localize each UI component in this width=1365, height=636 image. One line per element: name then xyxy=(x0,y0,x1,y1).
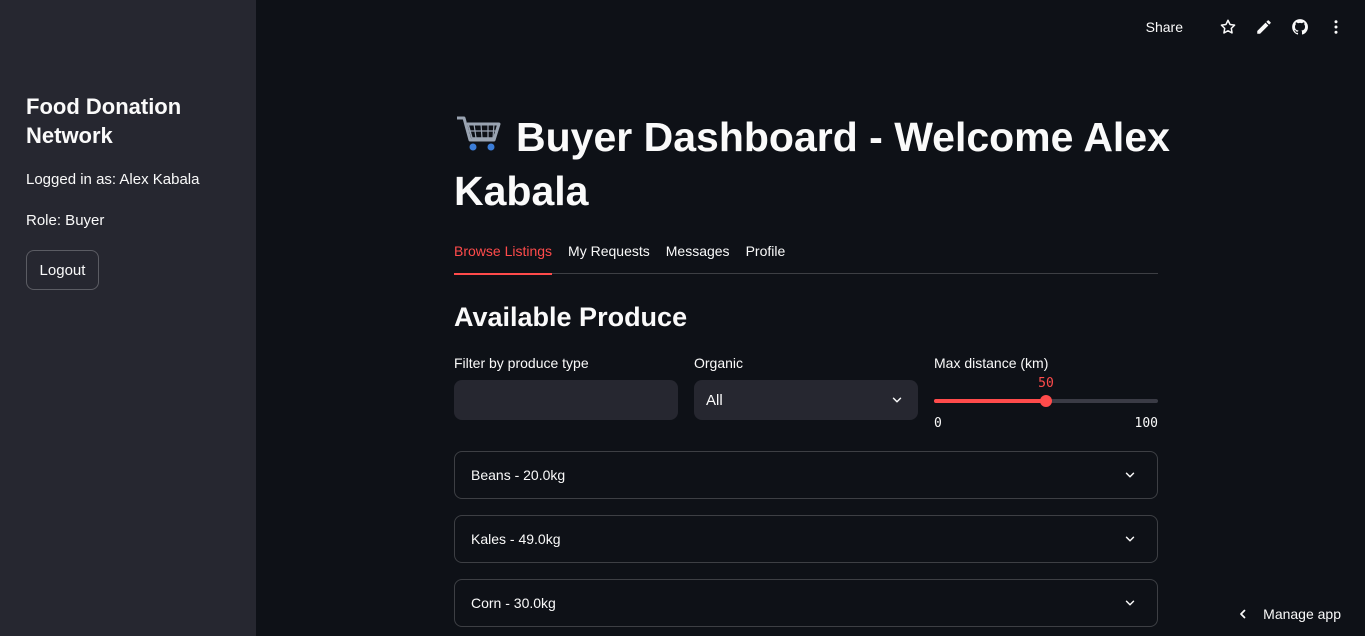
sidebar: Food Donation Network Logged in as: Alex… xyxy=(0,0,256,636)
organic-select-value: All xyxy=(706,391,723,409)
distance-label: Max distance (km) xyxy=(934,355,1049,371)
tab-browse-listings[interactable]: Browse Listings xyxy=(454,236,553,275)
shopping-cart-icon xyxy=(454,113,504,153)
produce-filter-input[interactable] xyxy=(454,380,678,420)
slider-min-label: 0 xyxy=(934,416,942,431)
organic-select[interactable]: All xyxy=(694,380,918,420)
slider-max-label: 100 xyxy=(1134,416,1158,431)
app-root: Food Donation Network Logged in as: Alex… xyxy=(0,0,1365,636)
tab-bar: Browse Listings My Requests Messages Pro… xyxy=(454,236,1158,275)
chevron-down-icon xyxy=(1125,472,1135,478)
tab-my-requests[interactable]: My Requests xyxy=(568,236,650,274)
tab-messages[interactable]: Messages xyxy=(666,236,730,274)
page-title: Buyer Dashboard - Welcome Alex Kabala xyxy=(454,110,1174,218)
slider-fill xyxy=(934,399,1046,403)
listing-expander[interactable]: Beans - 20.0kg xyxy=(454,451,1158,499)
organic-label: Organic xyxy=(694,355,744,371)
header-toolbar: Share xyxy=(1146,14,1345,40)
listing-expander[interactable]: Corn - 30.0kg xyxy=(454,579,1158,627)
github-icon[interactable] xyxy=(1291,18,1309,36)
pencil-icon[interactable] xyxy=(1255,18,1273,36)
chevron-down-icon xyxy=(892,397,902,403)
logged-in-text: Logged in as: Alex Kabala xyxy=(26,171,200,188)
chevron-down-icon xyxy=(1125,536,1135,542)
listing-expander[interactable]: Kales - 49.0kg xyxy=(454,515,1158,563)
listing-label: Beans - 20.0kg xyxy=(471,467,566,483)
section-title: Available Produce xyxy=(454,302,688,332)
page-title-text: Buyer Dashboard - Welcome Alex Kabala xyxy=(454,114,1170,214)
distance-slider[interactable]: 50 0 100 xyxy=(934,376,1158,432)
share-button[interactable]: Share xyxy=(1146,19,1183,35)
manage-app-label: Manage app xyxy=(1263,606,1341,622)
logout-button[interactable]: Logout xyxy=(26,250,99,290)
chevron-left-icon xyxy=(1240,609,1246,619)
star-icon[interactable] xyxy=(1219,18,1237,36)
slider-thumb[interactable] xyxy=(1040,395,1052,407)
produce-filter-label: Filter by produce type xyxy=(454,355,589,371)
manage-app-button[interactable]: Manage app xyxy=(1237,606,1341,622)
sidebar-title: Food Donation Network xyxy=(26,94,182,148)
chevron-down-icon xyxy=(1125,600,1135,606)
listing-label: Kales - 49.0kg xyxy=(471,531,561,547)
slider-current-value: 50 xyxy=(1038,376,1054,391)
more-vertical-icon[interactable] xyxy=(1327,18,1345,36)
role-text: Role: Buyer xyxy=(26,212,105,229)
listing-label: Corn - 30.0kg xyxy=(471,595,556,611)
tab-profile[interactable]: Profile xyxy=(746,236,786,274)
